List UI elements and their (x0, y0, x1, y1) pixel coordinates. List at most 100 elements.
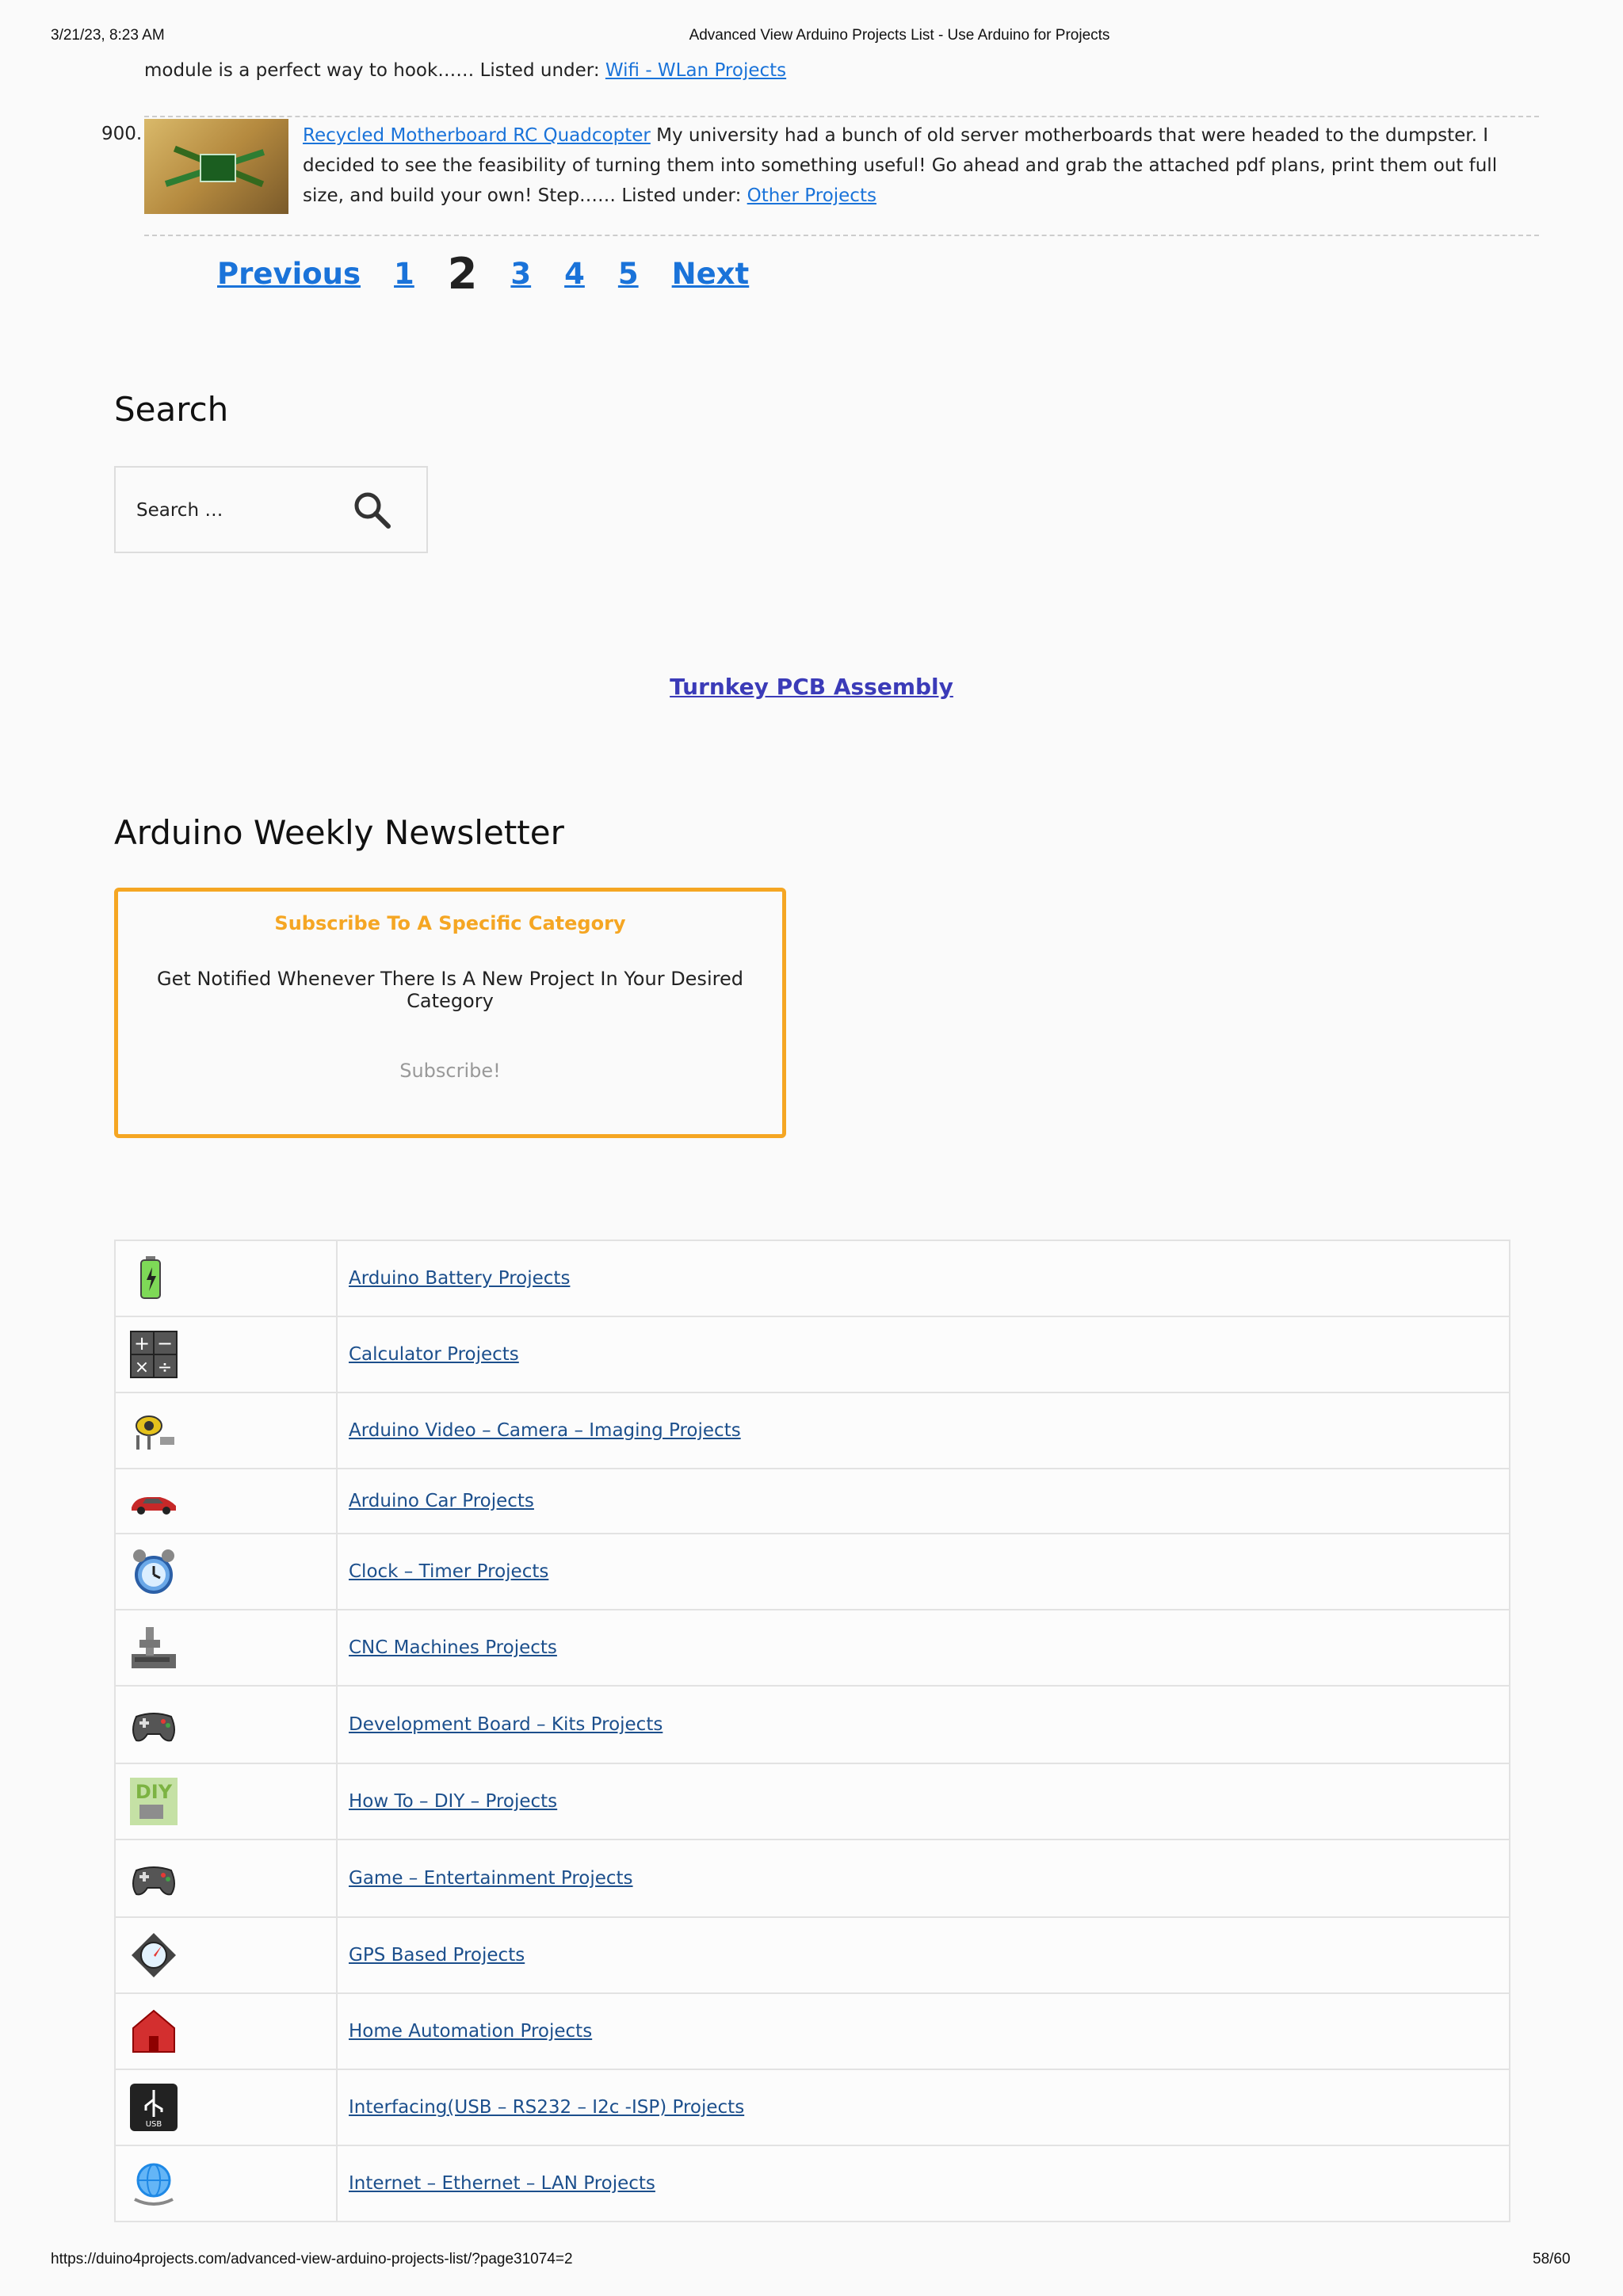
svg-text:×: × (135, 1358, 149, 1377)
print-page-number: 58/60 (1533, 2251, 1571, 2267)
category-icon-cell (114, 1992, 338, 2070)
category-link[interactable]: How To – DIY – Projects (349, 1791, 557, 1812)
gps-compass-icon (128, 1930, 179, 1981)
item-text: Recycled Motherboard RC Quadcopter My un… (303, 120, 1539, 211)
category-icon-cell (114, 2145, 338, 2222)
category-row: Arduino Video – Camera – Imaging Project… (114, 1392, 1510, 1469)
category-label-cell: Arduino Video – Camera – Imaging Project… (336, 1392, 1510, 1469)
category-link[interactable]: Game – Entertainment Projects (349, 1868, 633, 1889)
category-link[interactable]: Home Automation Projects (349, 2021, 592, 2042)
category-label-cell: How To – DIY – Projects (336, 1763, 1510, 1840)
pcb-banner: Turnkey PCB Assembly (0, 674, 1623, 700)
previous-page-link[interactable]: Previous (217, 257, 361, 291)
print-header: 3/21/23, 8:23 AM Advanced View Arduino P… (0, 27, 1623, 51)
page-3-link[interactable]: 3 (510, 257, 531, 291)
item-tail-text: module is a perfect way to hook…… Listed… (144, 60, 605, 81)
category-link[interactable]: Internet – Ethernet – LAN Projects (349, 2173, 655, 2194)
category-link[interactable]: Calculator Projects (349, 1344, 519, 1365)
alarm-clock-icon (128, 1546, 179, 1597)
cnc-machine-icon (128, 1622, 179, 1673)
camera-icon (128, 1405, 179, 1456)
globe-network-icon (128, 2158, 179, 2209)
search-input[interactable] (136, 495, 334, 526)
category-icon-cell (114, 1533, 338, 1610)
subscribe-button[interactable]: Subscribe! (399, 1060, 501, 1082)
house-icon (128, 2006, 179, 2057)
svg-text:÷: ÷ (158, 1358, 172, 1377)
car-icon (128, 1476, 179, 1526)
category-icon-cell (114, 1468, 338, 1534)
search-icon[interactable] (350, 488, 395, 533)
newsletter-box: Subscribe To A Specific Category Get Not… (114, 888, 786, 1138)
svg-text:DIY: DIY (136, 1781, 173, 1803)
category-link[interactable]: CNC Machines Projects (349, 1637, 557, 1658)
print-url: https://duino4projects.com/advanced-view… (51, 2251, 573, 2267)
category-label-cell: Internet – Ethernet – LAN Projects (336, 2145, 1510, 2222)
category-row: USB Interfacing(USB – RS232 – I2c -ISP) P… (114, 2069, 1510, 2146)
category-link-wifi[interactable]: Wifi - WLan Projects (605, 60, 786, 81)
category-label-cell: Development Board – Kits Projects (336, 1685, 1510, 1764)
search-form (114, 466, 428, 553)
category-link[interactable]: Arduino Car Projects (349, 1491, 534, 1511)
newsletter-subheading: Subscribe To A Specific Category (274, 912, 626, 934)
category-row: Development Board – Kits Projects (114, 1685, 1510, 1764)
category-icon-cell (114, 1916, 338, 1994)
category-label-cell: Calculator Projects (336, 1316, 1510, 1393)
current-page: 2 (447, 248, 478, 299)
diy-icon: DIY (128, 1776, 179, 1827)
list-item: 900. Recycled Motherboard RC Quadcopter … (101, 116, 1539, 236)
svg-text:−: − (157, 1332, 173, 1354)
category-icon-cell (114, 1839, 338, 1918)
item-number: 900. (101, 124, 143, 144)
search-heading: Search (114, 390, 229, 429)
category-label-cell: Arduino Battery Projects (336, 1240, 1510, 1317)
category-label-cell: Game – Entertainment Projects (336, 1839, 1510, 1918)
category-row: CNC Machines Projects (114, 1609, 1510, 1687)
category-link[interactable]: Interfacing(USB – RS232 – I2c -ISP) Proj… (349, 2097, 744, 2118)
category-icon-cell: USB (114, 2069, 338, 2146)
category-icon-cell: DIY (114, 1763, 338, 1840)
category-label-cell: Arduino Car Projects (336, 1468, 1510, 1534)
category-label-cell: Clock – Timer Projects (336, 1533, 1510, 1610)
category-link[interactable]: GPS Based Projects (349, 1945, 525, 1966)
category-row: + − × ÷ Calculator Projects (114, 1316, 1510, 1393)
category-row: Arduino Car Projects (114, 1468, 1510, 1534)
category-row: Internet – Ethernet – LAN Projects (114, 2145, 1510, 2222)
gamepad-icon (128, 1853, 179, 1904)
quadcopter-thumbnail[interactable] (144, 119, 288, 214)
page-5-link[interactable]: 5 (618, 257, 639, 291)
category-link-other[interactable]: Other Projects (747, 185, 876, 206)
pagination: Previous 1 2 3 4 5 Next (217, 246, 782, 301)
category-row: GPS Based Projects (114, 1916, 1510, 1994)
battery-icon (128, 1253, 179, 1304)
category-icon-cell (114, 1609, 338, 1687)
print-title: Advanced View Arduino Projects List - Us… (689, 27, 1110, 44)
divider (144, 235, 1539, 236)
page-1-link[interactable]: 1 (394, 257, 414, 291)
turnkey-pcb-link[interactable]: Turnkey PCB Assembly (670, 674, 953, 700)
category-link[interactable]: Arduino Video – Camera – Imaging Project… (349, 1420, 741, 1441)
category-icon-cell (114, 1392, 338, 1469)
category-label-cell: GPS Based Projects (336, 1916, 1510, 1994)
category-link[interactable]: Development Board – Kits Projects (349, 1714, 663, 1735)
category-icon-cell (114, 1240, 338, 1317)
gamepad-icon (128, 1699, 179, 1750)
page-4-link[interactable]: 4 (564, 257, 585, 291)
category-label-cell: CNC Machines Projects (336, 1609, 1510, 1687)
category-icon-cell (114, 1685, 338, 1764)
category-row: Clock – Timer Projects (114, 1533, 1510, 1610)
category-link[interactable]: Arduino Battery Projects (349, 1268, 570, 1289)
next-page-link[interactable]: Next (672, 257, 750, 291)
item-title-link[interactable]: Recycled Motherboard RC Quadcopter (303, 125, 651, 146)
category-row: DIY How To – DIY – Projects (114, 1763, 1510, 1840)
svg-text:+: + (134, 1332, 150, 1354)
category-row: Home Automation Projects (114, 1992, 1510, 2070)
category-label-cell: Interfacing(USB – RS232 – I2c -ISP) Proj… (336, 2069, 1510, 2146)
usb-icon: USB (128, 2082, 179, 2133)
category-label-cell: Home Automation Projects (336, 1992, 1510, 2070)
previous-item-tail: module is a perfect way to hook…… Listed… (144, 60, 786, 81)
category-link[interactable]: Clock – Timer Projects (349, 1561, 548, 1582)
category-icon-cell: + − × ÷ (114, 1316, 338, 1393)
svg-text:USB: USB (146, 2120, 162, 2129)
category-row: Arduino Battery Projects (114, 1240, 1510, 1317)
